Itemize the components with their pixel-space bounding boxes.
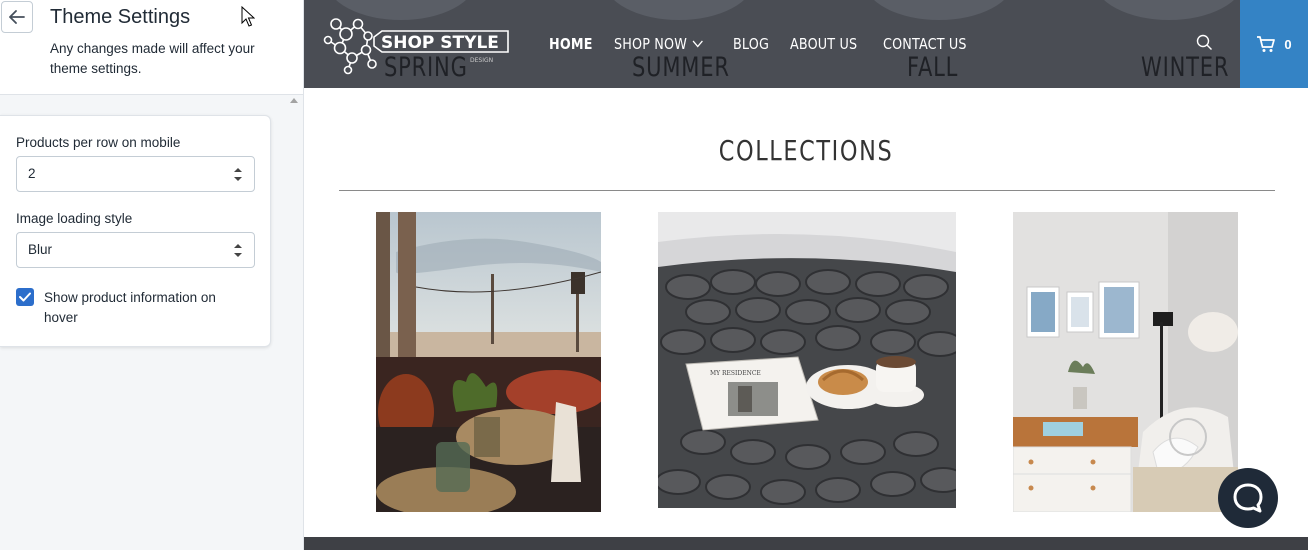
- nav-blog[interactable]: BLOG: [733, 35, 769, 53]
- hero-word-summer: SUMMER: [632, 52, 730, 83]
- select-arrows-icon: [234, 244, 242, 257]
- image-loading-select[interactable]: Blur: [16, 232, 255, 268]
- show-info-label: Show product information on hover: [44, 290, 216, 325]
- mouse-cursor-icon: [241, 6, 255, 27]
- main-navigation: HOME SHOP NOW BLOG ABOUT US CONTACT US: [549, 35, 995, 53]
- panel-title: Theme Settings: [50, 6, 191, 28]
- book-title: MY RESIDENCE: [710, 370, 761, 377]
- collection-image-bedroom-corner[interactable]: [1013, 212, 1238, 512]
- scroll-up-arrow-icon[interactable]: [290, 98, 298, 103]
- logo-subtext: DESIGN: [470, 57, 493, 64]
- products-per-row-select[interactable]: 2: [16, 156, 255, 192]
- chat-button[interactable]: [1218, 468, 1278, 528]
- shop-style-logo[interactable]: SHOP STYLE DESIGN: [322, 10, 512, 76]
- editor-header: Theme Settings Any changes made will aff…: [0, 0, 303, 95]
- nav-shop-now[interactable]: SHOP NOW: [614, 35, 704, 53]
- nav-about-us[interactable]: ABOUT US: [790, 35, 857, 53]
- back-button[interactable]: [1, 1, 33, 33]
- image-loading-value: Blur: [28, 242, 53, 257]
- check-icon: [19, 292, 31, 302]
- select-arrows-icon: [234, 168, 242, 181]
- section-title: COLLECTIONS: [718, 134, 894, 167]
- search-icon[interactable]: [1196, 34, 1213, 51]
- settings-card: Products per row on mobile 2 Image loadi…: [0, 115, 271, 347]
- image-loading-label: Image loading style: [16, 211, 133, 226]
- panel-scrollbar[interactable]: [287, 95, 303, 550]
- panel-description: Any changes made will affect your theme …: [50, 41, 255, 76]
- logo-text: SHOP STYLE: [381, 33, 499, 53]
- nav-contact-us[interactable]: CONTACT US: [883, 35, 967, 53]
- section-divider: [339, 190, 1275, 191]
- nav-home[interactable]: HOME: [549, 35, 593, 53]
- footer-bar: [304, 537, 1308, 550]
- collection-image-knit-blanket[interactable]: MY RESIDENCE: [658, 212, 956, 508]
- products-per-row-value: 2: [28, 166, 36, 181]
- back-arrow-icon: [9, 10, 25, 24]
- show-info-checkbox[interactable]: [16, 288, 34, 306]
- chat-icon: [1233, 483, 1263, 513]
- hero-word-winter: WINTER: [1141, 52, 1230, 83]
- hero-banner: SPRING SUMMER FALL WINTER SHOP STYLE DES…: [304, 0, 1240, 88]
- store-preview: SPRING SUMMER FALL WINTER SHOP STYLE DES…: [304, 0, 1308, 550]
- hero-word-fall: FALL: [907, 52, 959, 83]
- chevron-down-icon: [692, 40, 704, 48]
- products-per-row-label: Products per row on mobile: [16, 135, 181, 150]
- collection-image-beach-cafe[interactable]: [376, 212, 601, 512]
- cart-count: 0: [1284, 36, 1292, 52]
- theme-editor-panel: Theme Settings Any changes made will aff…: [0, 0, 304, 550]
- nav-shop-now-label: SHOP NOW: [614, 35, 688, 53]
- cart-icon: [1257, 35, 1276, 52]
- cart-button[interactable]: 0: [1240, 0, 1308, 88]
